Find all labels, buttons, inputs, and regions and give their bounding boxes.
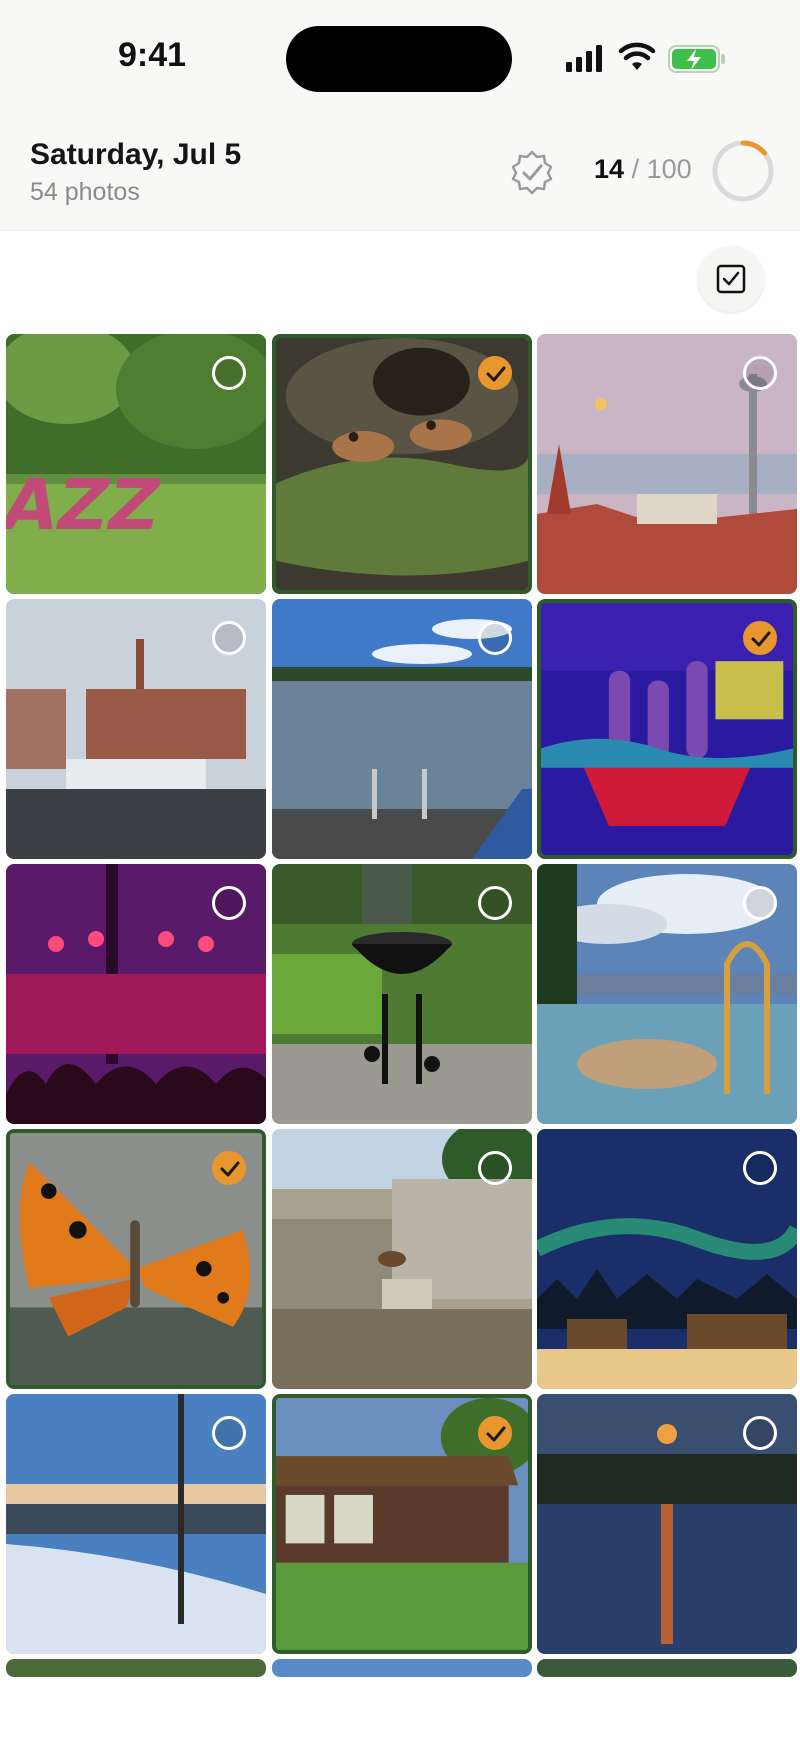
status-bar: 9:41	[0, 0, 800, 118]
photo-tile[interactable]	[6, 1659, 266, 1677]
quota-counter: 14 / 100	[594, 154, 692, 185]
photo-tile[interactable]	[6, 1394, 266, 1654]
quota-total: / 100	[631, 154, 692, 184]
photo-tile[interactable]	[6, 599, 266, 859]
photo-tile[interactable]	[272, 334, 532, 594]
select-circle-icon[interactable]	[743, 1416, 777, 1450]
wifi-icon	[618, 42, 656, 70]
photo-thumbnail	[6, 1659, 266, 1677]
selected-check-icon[interactable]	[212, 1151, 246, 1185]
photo-count: 54 photos	[30, 178, 140, 206]
select-circle-icon[interactable]	[743, 886, 777, 920]
select-circle-icon[interactable]	[478, 886, 512, 920]
select-circle-icon[interactable]	[478, 621, 512, 655]
photo-tile[interactable]	[272, 599, 532, 859]
checkbox-icon	[716, 264, 746, 294]
battery-charging-icon	[668, 45, 725, 73]
photo-tile[interactable]	[272, 1394, 532, 1654]
select-all-button[interactable]	[698, 246, 764, 312]
dynamic-island	[286, 26, 512, 92]
select-circle-icon[interactable]	[478, 1151, 512, 1185]
header: Saturday, Jul 5 54 photos 14 / 100	[0, 118, 800, 231]
photo-tile[interactable]	[6, 864, 266, 1124]
badge-check-icon[interactable]	[508, 148, 556, 196]
quota-used: 14	[594, 154, 625, 184]
select-circle-icon[interactable]	[743, 1151, 777, 1185]
svg-text:JAZZ: JAZZ	[6, 464, 168, 546]
page-title: Saturday, Jul 5	[30, 138, 242, 171]
photo-thumbnail	[537, 1659, 797, 1677]
photo-tile[interactable]	[537, 1394, 797, 1654]
photo-tile[interactable]	[537, 334, 797, 594]
photo-tile[interactable]	[6, 1129, 266, 1389]
select-circle-icon[interactable]	[212, 356, 246, 390]
selected-check-icon[interactable]	[743, 621, 777, 655]
select-circle-icon[interactable]	[743, 356, 777, 390]
photo-tile[interactable]: JAZZ	[6, 334, 266, 594]
photo-tile[interactable]	[272, 1659, 532, 1677]
photo-tile[interactable]	[537, 864, 797, 1124]
photo-tile[interactable]	[537, 1129, 797, 1389]
quota-progress-ring	[712, 140, 774, 202]
photo-tile[interactable]	[537, 1659, 797, 1677]
status-time: 9:41	[118, 36, 187, 74]
photo-tile[interactable]	[272, 864, 532, 1124]
selected-check-icon[interactable]	[478, 356, 512, 390]
selected-check-icon[interactable]	[478, 1416, 512, 1450]
photo-tile[interactable]	[272, 1129, 532, 1389]
photo-tile[interactable]	[537, 599, 797, 859]
select-circle-icon[interactable]	[212, 886, 246, 920]
photo-thumbnail	[272, 1659, 532, 1677]
status-icons	[564, 42, 734, 79]
signal-icon	[566, 45, 602, 72]
select-circle-icon[interactable]	[212, 621, 246, 655]
select-circle-icon[interactable]	[212, 1416, 246, 1450]
